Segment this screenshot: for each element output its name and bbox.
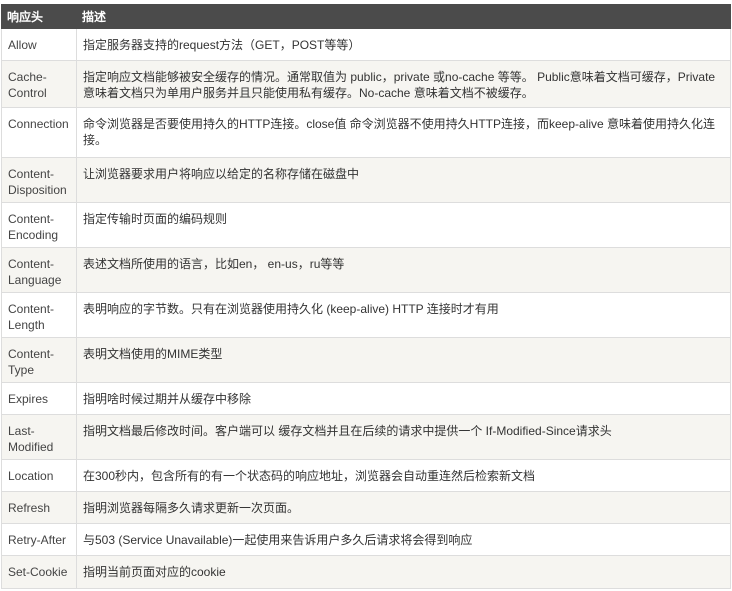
header-name-cell: Content-Language bbox=[1, 247, 77, 293]
table-row: Content-Type 表明文档使用的MIME类型 bbox=[1, 337, 731, 383]
table-row: Content-Length 表明响应的字节数。只有在浏览器使用持久化 (keep… bbox=[1, 292, 731, 338]
header-name-cell: Content-Disposition bbox=[1, 157, 77, 203]
header-description-cell: 指明啥时候过期并从缓存中移除 bbox=[76, 382, 731, 415]
column-header-name: 响应头 bbox=[1, 4, 77, 29]
table-row: Allow 指定服务器支持的request方法（GET，POST等等） bbox=[1, 28, 731, 61]
header-description-cell: 在300秒内，包含所有的有一个状态码的响应地址，浏览器会自动重连然后检索新文档 bbox=[76, 459, 731, 492]
header-name-cell: Allow bbox=[1, 28, 77, 61]
header-name-cell: Last-Modified bbox=[1, 414, 77, 460]
header-description-cell: 指定服务器支持的request方法（GET，POST等等） bbox=[76, 28, 731, 61]
header-name-cell: Refresh bbox=[1, 491, 77, 524]
table-row: Connection 命令浏览器是否要使用持久的HTTP连接。close值 命令浏… bbox=[1, 107, 731, 158]
header-description-cell: 表明响应的字节数。只有在浏览器使用持久化 (keep-alive) HTTP 连… bbox=[76, 292, 731, 338]
header-name-cell: Content-Encoding bbox=[1, 202, 77, 248]
header-description-cell: 指明文档最后修改时间。客户端可以 缓存文档并且在后续的请求中提供一个 If-Mo… bbox=[76, 414, 731, 460]
header-name-cell: Content-Type bbox=[1, 337, 77, 383]
response-headers-table: 响应头 描述 Allow 指定服务器支持的request方法（GET，POST等等… bbox=[1, 4, 731, 589]
header-description-cell: 表述文档所使用的语言，比如en， en-us，ru等等 bbox=[76, 247, 731, 293]
header-description-cell: 与503 (Service Unavailable)一起使用来告诉用户多久后请求… bbox=[76, 523, 731, 556]
header-description-cell: 指明浏览器每隔多久请求更新一次页面。 bbox=[76, 491, 731, 524]
table-row: Retry-After 与503 (Service Unavailable)一起使… bbox=[1, 523, 731, 556]
table-row: Expires 指明啥时候过期并从缓存中移除 bbox=[1, 382, 731, 415]
header-description-cell: 让浏览器要求用户将响应以给定的名称存储在磁盘中 bbox=[76, 157, 731, 203]
header-name-cell: Location bbox=[1, 459, 77, 492]
table-row: Location 在300秒内，包含所有的有一个状态码的响应地址，浏览器会自动重连… bbox=[1, 459, 731, 492]
table-row: Refresh 指明浏览器每隔多久请求更新一次页面。 bbox=[1, 491, 731, 524]
header-name-cell: Expires bbox=[1, 382, 77, 415]
header-name-cell: Content-Length bbox=[1, 292, 77, 338]
header-name-cell: Cache-Control bbox=[1, 60, 77, 108]
header-description-cell: 表明文档使用的MIME类型 bbox=[76, 337, 731, 383]
header-name-cell: Connection bbox=[1, 107, 77, 158]
table-row: Content-Encoding 指定传输时页面的编码规则 bbox=[1, 202, 731, 248]
header-description-cell: 指定传输时页面的编码规则 bbox=[76, 202, 731, 248]
table-row: Content-Language 表述文档所使用的语言，比如en， en-us，r… bbox=[1, 247, 731, 293]
column-header-description: 描述 bbox=[76, 4, 731, 29]
header-description-cell: 命令浏览器是否要使用持久的HTTP连接。close值 命令浏览器不使用持久HTT… bbox=[76, 107, 731, 158]
table-row: Last-Modified 指明文档最后修改时间。客户端可以 缓存文档并且在后续的… bbox=[1, 414, 731, 460]
header-description-cell: 指定响应文档能够被安全缓存的情况。通常取值为 public，private 或n… bbox=[76, 60, 731, 108]
table-row: Content-Disposition 让浏览器要求用户将响应以给定的名称存储在磁… bbox=[1, 157, 731, 203]
header-row: 响应头 描述 bbox=[1, 4, 731, 29]
table-row: Cache-Control 指定响应文档能够被安全缓存的情况。通常取值为 publ… bbox=[1, 60, 731, 108]
header-name-cell: Retry-After bbox=[1, 523, 77, 556]
header-description-cell: 指明当前页面对应的cookie bbox=[76, 555, 731, 589]
table-row: Set-Cookie 指明当前页面对应的cookie bbox=[1, 555, 731, 589]
header-name-cell: Set-Cookie bbox=[1, 555, 77, 589]
